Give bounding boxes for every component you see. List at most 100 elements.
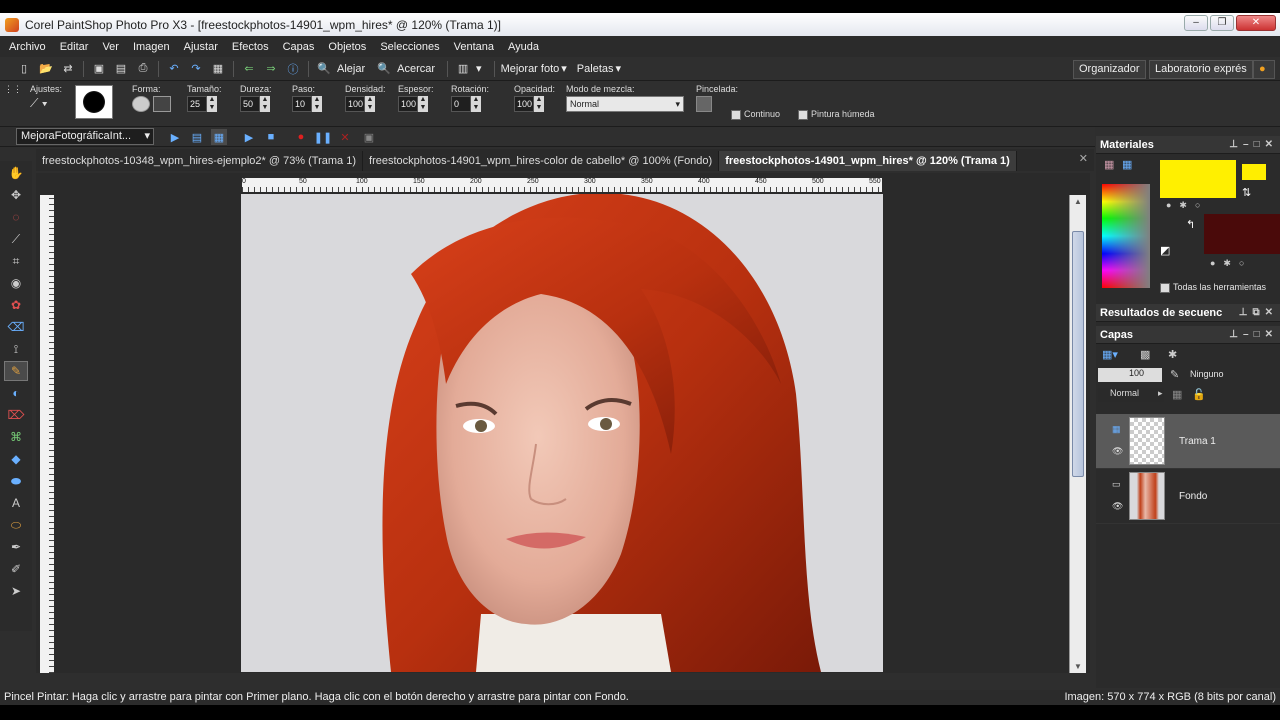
lock-transparency-icon[interactable]: ▦ xyxy=(1172,388,1182,401)
save-script-icon[interactable]: ▣ xyxy=(361,129,377,145)
menu-efectos[interactable]: Efectos xyxy=(232,41,269,53)
brush-link-icon[interactable]: ✎ xyxy=(1170,368,1179,381)
foreground-color-swatch[interactable] xyxy=(1160,160,1236,198)
save-icon[interactable]: ▣ xyxy=(91,61,107,77)
command-history-icon[interactable]: ▦ xyxy=(210,61,226,77)
browse-icon[interactable]: ⇄ xyxy=(60,61,76,77)
layer-effects-icon[interactable]: ✱ xyxy=(1168,348,1177,361)
layout-icon[interactable]: ▥ xyxy=(455,61,471,77)
cancel-record-icon[interactable]: ✕ xyxy=(337,129,353,145)
menu-capas[interactable]: Capas xyxy=(283,41,315,53)
fg-style-icons[interactable]: ●✱○ xyxy=(1166,200,1208,211)
export-icon[interactable]: ⇒ xyxy=(263,61,279,77)
new-layer-icon[interactable]: ▦▾ xyxy=(1102,348,1118,361)
text-tool-icon[interactable]: A xyxy=(4,493,28,513)
thickness-field[interactable]: 100 xyxy=(398,96,418,112)
color-tab-icon[interactable]: ▦ xyxy=(1104,158,1114,171)
info-icon[interactable]: ⓘ xyxy=(285,61,301,77)
continuous-option[interactable]: Continuo xyxy=(731,109,780,120)
pick-tool-icon[interactable]: ✐ xyxy=(4,559,28,579)
close-document-icon[interactable]: ✕ xyxy=(1079,152,1088,165)
undo-icon[interactable]: ↶ xyxy=(166,61,182,77)
chevron-right-icon[interactable]: ▸ xyxy=(1158,388,1163,399)
chevron-down-icon[interactable]: ▾ xyxy=(561,62,567,75)
express-lab-button[interactable]: Laboratorio exprés xyxy=(1149,60,1253,79)
size-field[interactable]: 25 xyxy=(187,96,207,112)
panel-controls[interactable]: ⊥⧉✕ xyxy=(1239,304,1278,322)
clone-tool-icon[interactable]: ⌫ xyxy=(4,317,28,337)
move-tool-icon[interactable]: ✥ xyxy=(4,185,28,205)
dropper-tool-icon[interactable]: ⟋ xyxy=(4,229,28,249)
pause-icon[interactable]: ❚❚ xyxy=(314,129,332,145)
tab-document-3[interactable]: freestockphotos-14901_wpm_hires* @ 120% … xyxy=(719,151,1017,171)
rotation-stepper[interactable]: ▲ ▼ xyxy=(471,96,481,112)
warp-tool-icon[interactable]: ➤ xyxy=(4,581,28,601)
picture-tube-tool-icon[interactable]: ⌘ xyxy=(4,427,28,447)
redo-icon[interactable]: ↷ xyxy=(188,61,204,77)
menu-archivo[interactable]: Archivo xyxy=(9,41,46,53)
hardness-field[interactable]: 50 xyxy=(240,96,260,112)
zoom-out-icon[interactable]: 🔍 xyxy=(316,61,332,77)
scroll-thumb[interactable] xyxy=(1072,231,1084,477)
wet-paint-checkbox[interactable] xyxy=(798,109,808,120)
maximize-button[interactable]: ❐ xyxy=(1210,15,1234,31)
new-file-icon[interactable]: ▯ xyxy=(16,61,32,77)
image-canvas[interactable] xyxy=(241,194,883,672)
dodge-tool-icon[interactable]: ⬬ xyxy=(4,471,28,491)
swap-arrow-icon[interactable]: ↰ xyxy=(1186,218,1195,231)
layer-opacity-field[interactable]: 100 xyxy=(1098,368,1162,382)
pan-tool-icon[interactable]: ✋ xyxy=(4,163,28,183)
opacity-stepper[interactable]: ▲ ▼ xyxy=(534,96,544,112)
chevron-down-icon[interactable]: ▾ xyxy=(616,62,622,75)
all-tools-option[interactable]: Todas las herramientas xyxy=(1160,282,1266,293)
save-as-icon[interactable]: ▤ xyxy=(113,61,129,77)
menu-ayuda[interactable]: Ayuda xyxy=(508,41,539,53)
menu-objetos[interactable]: Objetos xyxy=(328,41,366,53)
menu-ver[interactable]: Ver xyxy=(102,41,119,53)
scroll-up-icon[interactable]: ▲ xyxy=(1074,197,1082,206)
color-spectrum[interactable] xyxy=(1102,184,1150,288)
menu-selecciones[interactable]: Selecciones xyxy=(380,41,439,53)
menu-ajustar[interactable]: Ajustar xyxy=(184,41,218,53)
lighten-darken-tool-icon[interactable]: ◐ xyxy=(4,383,28,403)
thickness-stepper[interactable]: ▲ ▼ xyxy=(418,96,428,112)
palettes-menu[interactable]: Paletas xyxy=(577,63,614,75)
density-stepper[interactable]: ▲ ▼ xyxy=(365,96,375,112)
script-mode-icon[interactable]: ▦ xyxy=(211,129,227,145)
lock-icon[interactable]: 🔓 xyxy=(1192,388,1206,401)
all-tools-checkbox[interactable] xyxy=(1160,282,1170,293)
record-icon[interactable]: ● xyxy=(293,129,309,145)
hardness-stepper[interactable]: ▲ ▼ xyxy=(260,96,270,112)
round-shape-button[interactable] xyxy=(132,96,150,112)
stop-script-icon[interactable]: ■ xyxy=(263,129,279,145)
redeye-tool-icon[interactable]: ◉ xyxy=(4,273,28,293)
makeover-tool-icon[interactable]: ✿ xyxy=(4,295,28,315)
brush-preset-icon[interactable]: ⟋ ▾ xyxy=(30,96,48,110)
panel-controls[interactable]: ⊥–□✕ xyxy=(1229,136,1278,154)
pen-tool-icon[interactable]: ✒ xyxy=(4,537,28,557)
eraser-tool-icon[interactable]: ⌦ xyxy=(4,405,28,425)
minimize-button[interactable]: – xyxy=(1184,15,1208,31)
brush-preview[interactable] xyxy=(75,85,113,119)
close-button[interactable]: ✕ xyxy=(1236,15,1276,31)
delete-layer-icon[interactable]: ▩ xyxy=(1140,348,1150,361)
swatches-tab-icon[interactable]: ▦ xyxy=(1122,158,1132,171)
menu-imagen[interactable]: Imagen xyxy=(133,41,170,53)
opacity-field[interactable]: 100 xyxy=(514,96,534,112)
continuous-checkbox[interactable] xyxy=(731,109,741,120)
lasso-tool-icon[interactable]: ◌ xyxy=(4,207,28,227)
edit-script-icon[interactable]: ▤ xyxy=(189,129,205,145)
step-stepper[interactable]: ▲ ▼ xyxy=(312,96,322,112)
menu-editar[interactable]: Editar xyxy=(60,41,89,53)
layer-blend-select[interactable]: Normal xyxy=(1098,388,1164,402)
crop-tool-icon[interactable]: ⌗ xyxy=(4,251,28,271)
paint-brush-tool-icon[interactable]: ✎ xyxy=(4,361,28,381)
menu-ventana[interactable]: Ventana xyxy=(454,41,494,53)
print-icon[interactable]: ⎙ xyxy=(135,61,151,77)
layer-row[interactable]: ▦ 👁 Trama 1 xyxy=(1096,414,1280,469)
tab-document-2[interactable]: freestockphotos-14901_wpm_hires-color de… xyxy=(363,151,720,171)
wet-paint-option[interactable]: Pintura húmeda xyxy=(798,109,875,120)
brush-stroke-icon[interactable] xyxy=(696,96,712,112)
panel-controls[interactable]: ⊥–□✕ xyxy=(1229,326,1278,344)
import-icon[interactable]: ⇐ xyxy=(241,61,257,77)
